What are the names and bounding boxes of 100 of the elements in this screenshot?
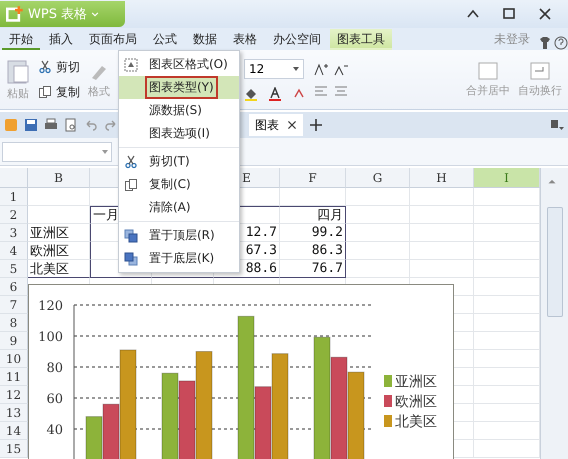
table-cell bbox=[410, 206, 474, 224]
table-cell bbox=[280, 188, 346, 206]
table-cell: 欧洲区 bbox=[28, 242, 90, 260]
align-left-icon[interactable] bbox=[314, 84, 328, 98]
row-header[interactable]: 13 bbox=[0, 404, 28, 422]
column-header[interactable]: G bbox=[346, 168, 410, 188]
scissors-icon bbox=[38, 60, 52, 74]
bar[interactable] bbox=[162, 372, 178, 459]
menu-item[interactable]: 源数据(S) bbox=[119, 99, 239, 122]
bar[interactable] bbox=[330, 356, 348, 459]
undo-icon[interactable] bbox=[84, 118, 98, 132]
axis-tick-label: 120 bbox=[38, 299, 63, 314]
table-cell: 86.3 bbox=[280, 242, 346, 260]
ribbon-tab[interactable]: 页面布局 bbox=[82, 29, 144, 50]
document-tab[interactable]: 图表 bbox=[249, 114, 303, 136]
row-header[interactable]: 7 bbox=[0, 296, 28, 314]
ribbon-tab[interactable]: 图表工具 bbox=[330, 29, 392, 50]
bar[interactable] bbox=[272, 353, 288, 459]
copy-icon bbox=[38, 85, 52, 99]
column-header[interactable]: B bbox=[28, 168, 90, 188]
app-logo-icon bbox=[6, 5, 24, 23]
table-cell: 99.2 bbox=[280, 224, 346, 242]
row-header[interactable]: 2 bbox=[0, 206, 28, 224]
caret-icon bbox=[102, 150, 108, 154]
copy-icon bbox=[124, 178, 138, 192]
row-header[interactable]: 1 bbox=[0, 188, 28, 206]
axis-tick-label: 80 bbox=[46, 361, 63, 376]
row-header[interactable]: 12 bbox=[0, 386, 28, 404]
ribbon-tab[interactable]: 办公空间 bbox=[266, 29, 328, 50]
bar[interactable] bbox=[102, 404, 120, 459]
row-header[interactable]: 11 bbox=[0, 368, 28, 386]
font-size-field[interactable]: 12 bbox=[244, 58, 304, 78]
merge-cells-icon bbox=[477, 61, 499, 81]
bar[interactable] bbox=[120, 349, 136, 459]
bar[interactable] bbox=[254, 386, 272, 459]
row-header[interactable]: 15 bbox=[0, 440, 28, 458]
print-icon[interactable] bbox=[44, 118, 58, 132]
row-header[interactable]: 3 bbox=[0, 224, 28, 242]
clipboard-icon bbox=[6, 58, 30, 84]
bar[interactable] bbox=[348, 372, 364, 459]
column-header[interactable]: I bbox=[474, 168, 540, 188]
table-cell bbox=[346, 242, 410, 260]
redo-icon[interactable] bbox=[104, 118, 118, 132]
scrollbar-thumb[interactable] bbox=[546, 207, 562, 317]
menu-item[interactable]: 图表类型(Y) bbox=[119, 76, 239, 99]
table-cell bbox=[410, 260, 474, 278]
row-header[interactable]: 9 bbox=[0, 332, 28, 350]
font-color-icon[interactable] bbox=[268, 86, 282, 100]
axis-tick-label: 40 bbox=[46, 423, 63, 438]
chart-area[interactable]: 40 60 80 100 120 亚洲区 欧洲区 北美区 bbox=[28, 284, 454, 459]
row-header[interactable]: 10 bbox=[0, 350, 28, 368]
chart-area-format-icon bbox=[124, 58, 138, 72]
tab-list-icon[interactable] bbox=[550, 118, 564, 132]
column-header[interactable]: H bbox=[410, 168, 474, 188]
save-icon[interactable] bbox=[24, 118, 38, 132]
table-cell bbox=[346, 206, 410, 224]
table-cell: 76.7 bbox=[280, 260, 346, 278]
bar[interactable] bbox=[196, 351, 212, 459]
help-icon[interactable] bbox=[554, 36, 568, 50]
row-header[interactable]: 5 bbox=[0, 260, 28, 278]
increase-font-icon[interactable] bbox=[314, 62, 328, 76]
copy-button[interactable]: 复制 bbox=[38, 84, 80, 100]
cut-button[interactable]: 剪切 bbox=[38, 58, 80, 76]
menu-item[interactable]: 图表区格式(O) bbox=[119, 53, 239, 76]
axis-tick-label: 60 bbox=[46, 392, 63, 407]
close-icon[interactable] bbox=[538, 7, 552, 21]
column-header[interactable]: F bbox=[280, 168, 346, 188]
legend-label: 北美区 bbox=[395, 414, 437, 430]
maximize-icon[interactable] bbox=[502, 7, 516, 21]
bar[interactable] bbox=[314, 336, 330, 459]
bring-to-front-icon bbox=[124, 228, 138, 242]
row-header[interactable]: 4 bbox=[0, 242, 28, 260]
ribbon-tab[interactable]: 表格 bbox=[226, 29, 264, 50]
menu-item[interactable]: 图表选项(I) bbox=[119, 122, 239, 145]
bar[interactable] bbox=[178, 380, 196, 459]
print-preview-icon[interactable] bbox=[64, 118, 78, 132]
row-header[interactable]: 14 bbox=[0, 422, 28, 440]
legend-label: 欧洲区 bbox=[395, 394, 437, 410]
table-cell: 亚洲区 bbox=[28, 224, 90, 242]
row-header[interactable]: 8 bbox=[0, 314, 28, 332]
close-icon[interactable] bbox=[287, 120, 297, 130]
legend-label: 亚洲区 bbox=[395, 374, 437, 390]
caret-icon bbox=[293, 66, 299, 70]
ribbon-tab[interactable]: 插入 bbox=[42, 29, 80, 50]
row-header[interactable]: 6 bbox=[0, 278, 28, 296]
table-cell bbox=[410, 188, 474, 206]
table-cell: 四月 bbox=[280, 206, 346, 224]
fill-color-icon[interactable] bbox=[244, 86, 258, 100]
table-cell: 北美区 bbox=[28, 260, 90, 278]
caret-icon bbox=[91, 10, 100, 18]
ribbon-tab[interactable]: 公式 bbox=[146, 29, 184, 50]
table-cell bbox=[28, 206, 90, 224]
ribbon-tab[interactable]: 数据 bbox=[186, 29, 224, 50]
bar[interactable] bbox=[238, 316, 254, 459]
bar[interactable] bbox=[86, 416, 102, 459]
scissors-icon bbox=[124, 154, 138, 168]
wrap-text-icon bbox=[529, 61, 551, 81]
axis-tick-label: 100 bbox=[38, 330, 63, 345]
align-center-icon[interactable] bbox=[334, 84, 348, 98]
add-icon[interactable] bbox=[309, 118, 323, 132]
